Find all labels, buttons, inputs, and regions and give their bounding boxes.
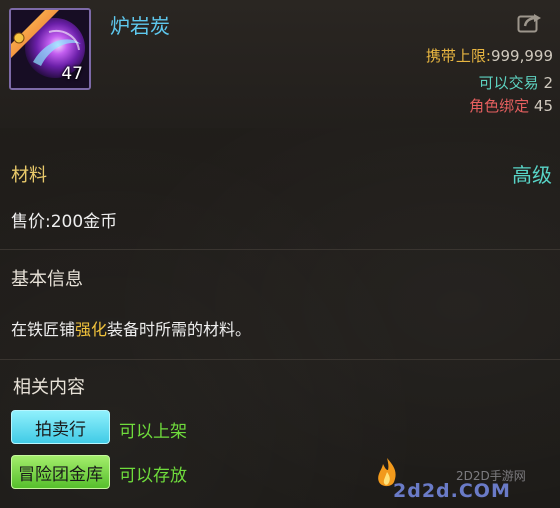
carry-limit-label: 携带上限: — [425, 47, 491, 65]
carry-limit-row: 携带上限:999,999 — [426, 45, 553, 66]
desc-text-1: 在铁匠铺 — [11, 320, 76, 339]
basic-info-title: 基本信息 — [11, 269, 83, 290]
bound-row: 角色绑定 45 — [469, 95, 553, 116]
divider — [0, 249, 560, 250]
tradeable-label: 可以交易 — [478, 74, 539, 92]
watermark-site-text: 2D2D手游网 — [456, 469, 526, 483]
bound-value: 45 — [533, 97, 553, 115]
item-header: 47 炉岩炭 携带上限:999,999 可以交易 2 角色绑定 45 — [0, 0, 560, 128]
item-description: 在铁匠铺强化装备时所需的材料。 — [11, 316, 251, 340]
desc-text-2: 装备时所需的材料。 — [107, 320, 252, 339]
item-tooltip-panel: 47 炉岩炭 携带上限:999,999 可以交易 2 角色绑定 45 材料 高级… — [0, 0, 560, 508]
watermark: 2d2d.COM 2D2D手游网 — [374, 456, 560, 508]
tradeable-value: 2 — [543, 74, 553, 92]
tradeable-row: 可以交易 2 — [479, 72, 553, 93]
bound-label: 角色绑定 — [469, 97, 530, 115]
item-category: 材料 — [11, 165, 47, 186]
vault-note: 可以存放 — [119, 466, 187, 486]
divider — [0, 359, 560, 360]
share-icon[interactable] — [517, 12, 543, 34]
carry-limit-value: 999,999 — [490, 47, 553, 65]
item-price: 售价:200金币 — [11, 212, 118, 232]
guild-vault-button[interactable]: 冒险团金库 — [11, 455, 110, 489]
auction-note: 可以上架 — [119, 422, 187, 442]
desc-highlight: 强化 — [75, 320, 108, 339]
item-grade: 高级 — [512, 163, 552, 187]
item-count: 47 — [61, 64, 83, 84]
auction-house-button[interactable]: 拍卖行 — [11, 410, 110, 444]
item-icon: 47 — [9, 8, 91, 90]
item-name: 炉岩炭 — [110, 14, 170, 38]
related-content-title: 相关内容 — [13, 377, 85, 398]
